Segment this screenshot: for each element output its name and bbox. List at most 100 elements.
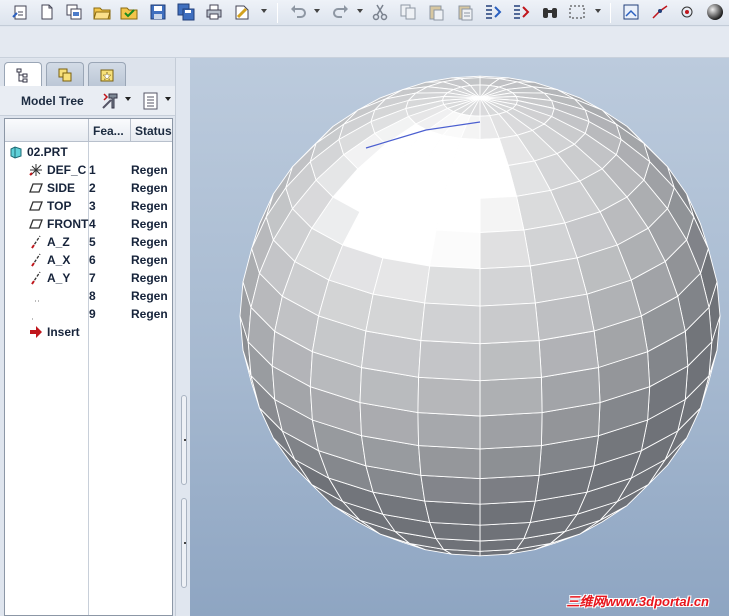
tree-item-status: Regen (131, 307, 168, 321)
tree-item-row[interactable]: DEF_C 1 Regen (5, 161, 172, 179)
show-menu-icon[interactable] (141, 91, 161, 111)
tree-item-status: Regen (131, 199, 168, 213)
sphere-facet (418, 340, 481, 382)
tree-item-row[interactable]: TOP 3 Regen (5, 197, 172, 215)
tree-item-status: Regen (131, 271, 168, 285)
sphere-facet (479, 376, 543, 417)
hidden-feature-icon (35, 300, 39, 302)
feature-number-column-header[interactable]: Fea... (88, 119, 130, 142)
datum-axis-icon (31, 235, 41, 249)
regenerate-icon[interactable] (483, 2, 503, 22)
tree-item-row[interactable]: A_Z 5 Regen (5, 233, 172, 251)
new-file-icon[interactable] (37, 2, 57, 22)
grip-dot (184, 542, 186, 544)
model-tree: Fea... Status 02.PRT DEF_C 1 Regen SIDE … (4, 118, 173, 616)
tree-item-name: TOP (47, 199, 72, 213)
tree-item-status: Regen (131, 253, 168, 267)
tree-item-row[interactable]: A_X 6 Regen (5, 251, 172, 269)
navigator-tabs (0, 59, 190, 87)
datum-display-icon[interactable] (621, 2, 641, 22)
undo-icon[interactable] (288, 2, 308, 22)
tree-item-name: A_Y (47, 271, 71, 285)
sphere-facet (479, 340, 542, 382)
tree-item-row[interactable]: FRONT 4 Regen (5, 215, 172, 233)
tree-item-number: 8 (89, 289, 96, 303)
graphics-viewport[interactable]: 三维网www.3dportal.cn (190, 58, 729, 616)
sphere-facet (479, 229, 531, 270)
new-window-icon[interactable] (11, 2, 31, 22)
sphere-facet (479, 195, 525, 233)
tree-item-row[interactable]: A_Y 7 Regen (5, 269, 172, 287)
watermark: 三维网www.3dportal.cn (566, 594, 709, 609)
sphere-model[interactable] (190, 58, 729, 616)
grip-dot (184, 439, 186, 441)
open-multiple-icon[interactable] (64, 2, 84, 22)
tree-item-number: 3 (89, 199, 96, 213)
tree-item-status: Regen (131, 289, 168, 303)
tree-root-row[interactable]: 02.PRT (5, 143, 172, 161)
send-email-icon[interactable] (232, 2, 252, 22)
tree-item-status: Regen (131, 217, 168, 231)
toolbar-separator (610, 3, 611, 23)
redo-icon[interactable] (331, 2, 351, 22)
tree-item-status: Regen (131, 181, 168, 195)
tree-settings-dropdown-icon[interactable] (125, 97, 131, 101)
save-copy-icon[interactable] (176, 2, 196, 22)
sphere-facet (479, 265, 536, 307)
sash-grip[interactable] (181, 498, 187, 588)
favorites-tab-icon[interactable] (88, 62, 126, 86)
tree-settings-icon[interactable] (100, 91, 120, 111)
sphere-facet (424, 500, 481, 526)
undo-dropdown-icon[interactable] (314, 9, 320, 13)
part-icon (10, 146, 22, 159)
redo-dropdown-icon[interactable] (357, 9, 363, 13)
select-working-dir-icon[interactable] (119, 2, 139, 22)
tree-item-name: SIDE (47, 181, 76, 195)
status-column-header[interactable]: Status (130, 119, 172, 142)
tree-item-row[interactable]: 9 Regen (5, 305, 172, 323)
sphere-facet (424, 265, 481, 307)
application-window: Model Tree Fea... Status 02.PRT DEF_C 1 … (0, 0, 729, 616)
tree-item-number: 5 (89, 235, 96, 249)
tree-item-row[interactable]: SIDE 2 Regen (5, 179, 172, 197)
open-folder-icon[interactable] (92, 2, 112, 22)
panel-sash[interactable] (175, 58, 190, 616)
sphere-facet (479, 445, 542, 480)
paste-icon[interactable] (426, 2, 446, 22)
select-dropdown-icon[interactable] (595, 9, 601, 13)
save-icon[interactable] (148, 2, 168, 22)
datum-axis-icon (31, 253, 41, 267)
regen-manager-icon[interactable] (511, 2, 531, 22)
tree-item-number: 1 (89, 163, 96, 177)
hidden-feature-icon (32, 318, 33, 320)
print-icon[interactable] (204, 2, 224, 22)
paste-special-icon[interactable] (455, 2, 475, 22)
sphere-facet (435, 195, 481, 233)
sphere-facet (418, 445, 481, 480)
datum-axis-display-icon[interactable] (650, 2, 670, 22)
tree-item-number: 2 (89, 181, 96, 195)
sash-grip[interactable] (181, 395, 187, 485)
datum-point-display-icon[interactable] (677, 2, 697, 22)
model-tree-tab-icon[interactable] (4, 62, 42, 87)
select-box-icon[interactable] (567, 2, 587, 22)
tree-item-name: FRONT (47, 217, 89, 231)
tree-item-name: DEF_C (47, 163, 87, 177)
tree-item-status: Regen (131, 163, 168, 177)
tree-item-row[interactable]: 8 Regen (5, 287, 172, 305)
datum-plane-icon (29, 219, 43, 229)
datum-axis-icon (31, 271, 41, 285)
insert-here-row[interactable]: Insert (5, 323, 172, 341)
cut-icon[interactable] (370, 2, 390, 22)
sphere-facet (420, 302, 481, 345)
insert-arrow-icon (30, 326, 42, 338)
tree-item-name: A_Z (47, 235, 70, 249)
show-dropdown-icon[interactable] (165, 97, 171, 101)
shading-icon[interactable] (705, 2, 725, 22)
model-tree-title: Model Tree (21, 94, 84, 108)
find-icon[interactable] (540, 2, 560, 22)
send-dropdown-icon[interactable] (261, 9, 267, 13)
tree-item-number: 4 (89, 217, 96, 231)
copy-icon[interactable] (398, 2, 418, 22)
layer-tab-icon[interactable] (46, 62, 84, 86)
